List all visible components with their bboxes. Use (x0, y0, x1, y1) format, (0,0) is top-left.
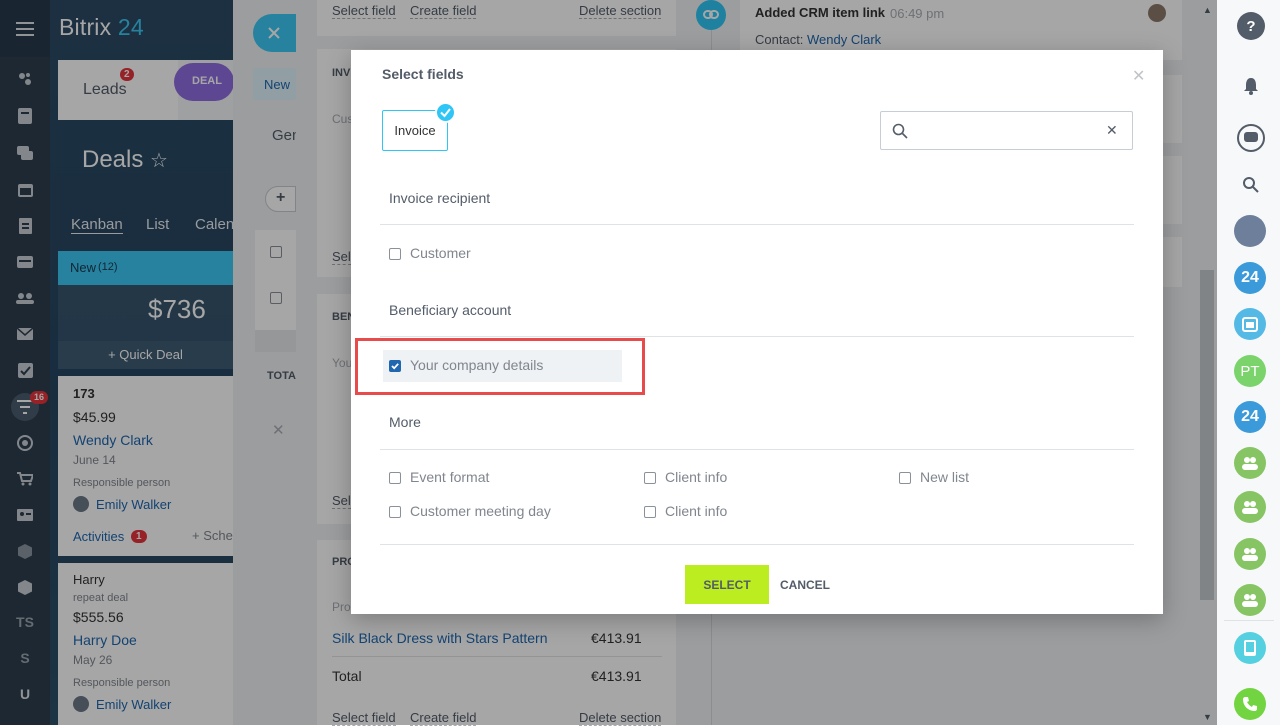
dialog-title: Select fields (382, 66, 464, 82)
checkbox-new-list[interactable] (899, 472, 911, 484)
field-label-new-list[interactable]: New list (920, 469, 969, 485)
field-label-event-format[interactable]: Event format (410, 469, 489, 485)
calendar-icon[interactable] (1234, 308, 1266, 340)
avatar[interactable] (1234, 215, 1266, 247)
mobile-icon[interactable] (1234, 632, 1266, 664)
group-icon[interactable] (1234, 538, 1266, 570)
divider (1224, 620, 1274, 621)
group-icon[interactable] (1234, 447, 1266, 479)
field-label-client-info[interactable]: Client info (665, 469, 727, 485)
group-icon[interactable] (1234, 491, 1266, 523)
section-heading: Invoice recipient (389, 190, 491, 206)
field-label-customer-meeting-day[interactable]: Customer meeting day (410, 503, 551, 519)
checkbox-client-info[interactable] (644, 472, 656, 484)
checkmark-icon (435, 102, 456, 123)
search-icon[interactable] (1237, 171, 1265, 199)
section-heading: Beneficiary account (389, 302, 512, 318)
search-input[interactable] (917, 120, 1097, 142)
field-label-customer[interactable]: Customer (410, 245, 471, 261)
cancel-button[interactable]: CANCEL (780, 578, 830, 592)
divider (380, 449, 1134, 450)
divider (380, 224, 1134, 225)
field-label-client-info-2[interactable]: Client info (665, 503, 727, 519)
bitrix24-icon[interactable]: 24 (1234, 262, 1266, 294)
checkbox-client-info-2[interactable] (644, 506, 656, 518)
select-button[interactable]: SELECT (685, 565, 769, 604)
section-heading: More (389, 414, 421, 430)
bell-icon[interactable] (1237, 72, 1265, 100)
highlight-annotation (355, 338, 645, 395)
checkbox-customer-meeting-day[interactable] (389, 506, 401, 518)
search-icon (892, 123, 908, 139)
help-icon[interactable]: ? (1237, 12, 1265, 40)
group-icon[interactable] (1234, 584, 1266, 616)
checkbox-event-format[interactable] (389, 472, 401, 484)
phone-icon[interactable] (1234, 688, 1266, 720)
user-pt-avatar[interactable]: PT (1234, 355, 1266, 387)
messenger-icon[interactable] (1237, 124, 1265, 152)
clear-search-icon[interactable]: ✕ (1106, 122, 1118, 139)
checkbox-customer[interactable] (389, 248, 401, 260)
close-icon[interactable]: ✕ (1132, 66, 1145, 86)
divider (380, 336, 1134, 337)
search-box[interactable]: ✕ (880, 111, 1133, 150)
bitrix24-icon[interactable]: 24 (1234, 401, 1266, 433)
divider (380, 544, 1134, 545)
